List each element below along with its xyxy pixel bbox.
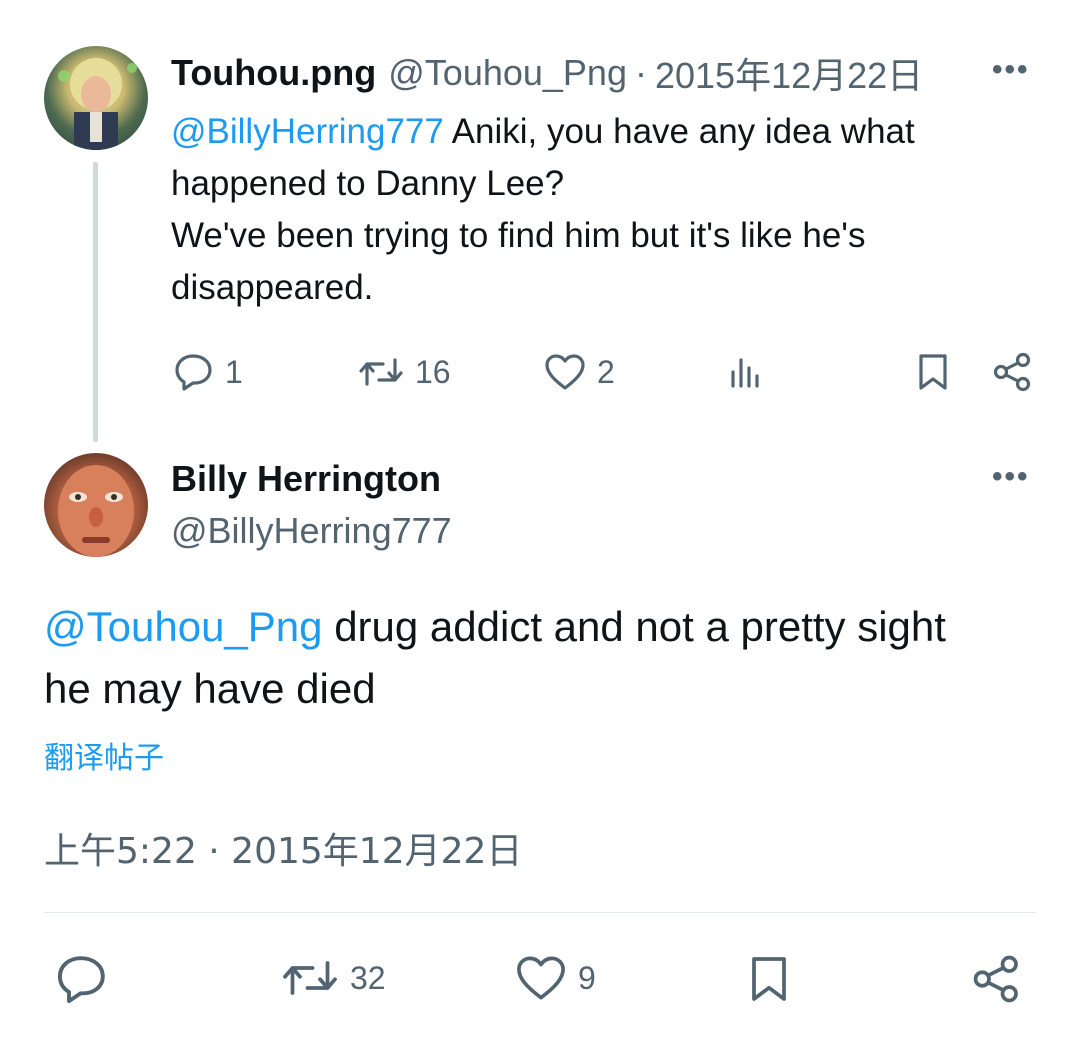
views-button[interactable] <box>727 352 767 392</box>
parent-tweet-header: Touhou.png @Touhou_Png · 2015年12月22日 <box>171 50 923 96</box>
reply-count: 1 <box>225 353 243 390</box>
repost-button[interactable]: 32 <box>280 953 386 1003</box>
tweet-thread-view: Touhou.png @Touhou_Png · 2015年12月22日 •••… <box>0 0 1080 1045</box>
reply-icon <box>175 354 212 391</box>
user-handle[interactable]: @BillyHerring777 <box>171 510 452 552</box>
tweet-timestamp[interactable]: 上午5:22 · 2015年12月22日 <box>44 822 522 874</box>
repost-count: 16 <box>415 353 451 390</box>
text-line: happened to Danny Lee? <box>171 164 565 203</box>
avatar[interactable] <box>44 453 148 557</box>
main-tweet-text: @Touhou_Png drug addict and not a pretty… <box>44 596 1044 720</box>
display-name[interactable]: Touhou.png <box>171 52 376 94</box>
share-button[interactable] <box>970 953 1024 1005</box>
repost-icon <box>359 358 403 386</box>
bookmark-icon <box>752 957 786 1001</box>
text-line: drug addict and not a pretty sight <box>322 603 946 650</box>
reply-button[interactable] <box>54 953 110 1005</box>
user-handle[interactable]: @Touhou_Png <box>388 52 627 94</box>
like-icon <box>545 354 585 390</box>
like-button[interactable]: 9 <box>514 953 596 1003</box>
parent-tweet-actions: 1 16 2 <box>171 346 1041 398</box>
repost-button[interactable]: 16 <box>357 352 451 392</box>
display-name[interactable]: Billy Herrington <box>171 458 441 500</box>
text-line: We've been trying to find him but it's l… <box>171 216 866 255</box>
views-icon <box>731 358 759 388</box>
avatar[interactable] <box>44 46 148 150</box>
bookmark-button[interactable] <box>744 953 794 1005</box>
more-icon[interactable]: ••• <box>992 55 1030 85</box>
share-button[interactable] <box>991 352 1035 392</box>
mention-link[interactable]: @Touhou_Png <box>44 603 323 650</box>
thread-connector-line <box>93 162 98 442</box>
repost-icon <box>283 961 337 995</box>
parent-tweet-text: @BillyHerring777 Aniki, you have any ide… <box>171 106 1031 314</box>
tweet-date[interactable]: 2015年12月22日 <box>655 47 923 99</box>
bookmark-button[interactable] <box>913 352 953 392</box>
like-count: 9 <box>578 959 596 996</box>
repost-count: 32 <box>350 959 386 996</box>
more-icon[interactable]: ••• <box>992 462 1030 492</box>
main-tweet-actions: 32 9 <box>44 945 1036 1009</box>
mention-link[interactable]: @BillyHerring777 <box>171 112 444 151</box>
text-line: he may have died <box>44 665 376 712</box>
like-button[interactable]: 2 <box>543 352 615 392</box>
text-line: disappeared. <box>171 268 374 307</box>
reply-icon <box>57 956 105 1004</box>
separator: · <box>634 52 647 93</box>
share-icon <box>993 352 1031 392</box>
like-count: 2 <box>597 353 615 390</box>
bookmark-icon <box>919 354 947 390</box>
share-icon <box>973 955 1018 1003</box>
divider <box>44 912 1036 913</box>
reply-button[interactable]: 1 <box>173 352 243 392</box>
text-line: Aniki, you have any idea what <box>443 112 915 151</box>
like-icon <box>517 956 565 1000</box>
translate-post-link[interactable]: 翻译帖子 <box>44 733 164 777</box>
